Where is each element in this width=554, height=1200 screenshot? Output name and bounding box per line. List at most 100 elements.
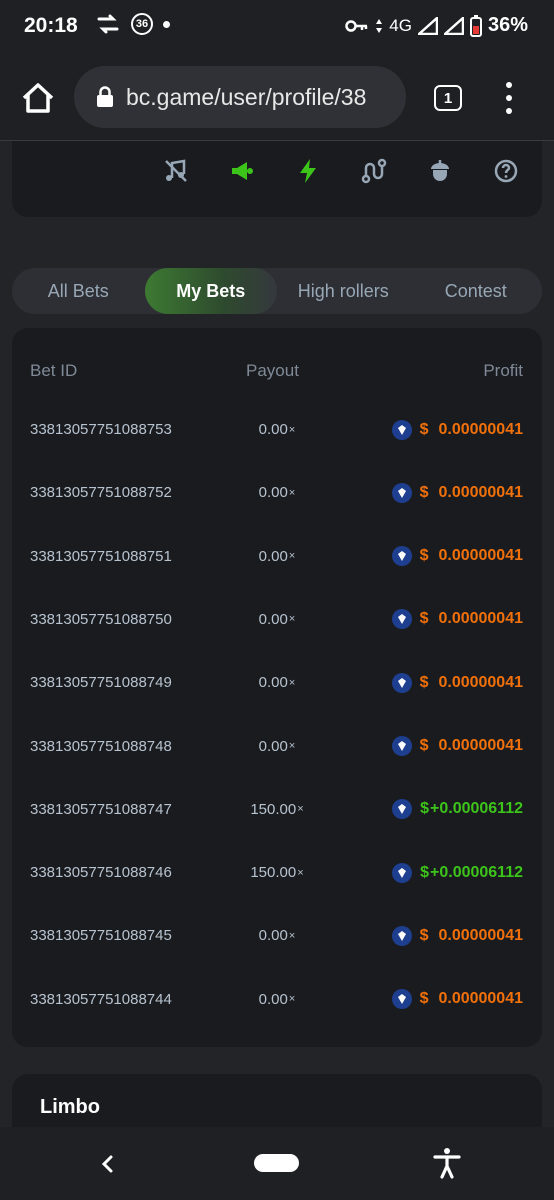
profit-value: $0.00000041 — [391, 651, 523, 714]
tether-icon — [97, 14, 119, 34]
profit-value: $0.00000041 — [391, 398, 523, 461]
table-row[interactable]: 33813057751088746 150.00 × $ +0.00006112 — [12, 841, 542, 904]
crypto-coin-icon — [391, 482, 412, 503]
currency-symbol: $ — [420, 800, 429, 818]
system-nav-bar — [0, 1127, 554, 1200]
lock-icon — [97, 86, 113, 107]
payout-value: 0.00 × — [258, 547, 296, 565]
table-row[interactable]: 33813057751088744 0.00 × $0.00000041 — [12, 968, 542, 1031]
tab-contest[interactable]: Contest — [410, 268, 543, 314]
address-bar[interactable]: bc.game/user/profile/38 — [74, 66, 406, 128]
profit-value: $ +0.00006112 — [392, 778, 523, 841]
battery-percent: 36% — [487, 14, 528, 36]
data-arrows-icon — [376, 18, 383, 33]
payout-value: 0.00 × — [258, 610, 296, 628]
profit-amount: 0.00000041 — [438, 926, 523, 944]
tab-switcher-button[interactable]: 1 — [434, 85, 462, 111]
game-controls-card — [12, 141, 542, 217]
crypto-coin-icon — [391, 989, 412, 1010]
currency-symbol: $ — [419, 990, 429, 1008]
tab-my-bets[interactable]: My Bets — [144, 268, 277, 314]
vpn-key-icon — [345, 19, 368, 32]
tab-high-rollers[interactable]: High rollers — [277, 268, 410, 314]
page-content: All Bets My Bets High rollers Contest Be… — [0, 141, 554, 1127]
bet-id: 33813057751088752 — [30, 484, 172, 502]
help-icon[interactable] — [492, 157, 520, 185]
more-notifications-dot — [163, 20, 170, 28]
bet-id: 33813057751088750 — [30, 610, 172, 628]
tab-all-bets[interactable]: All Bets — [12, 268, 145, 314]
back-icon[interactable] — [96, 1151, 120, 1177]
crypto-coin-icon — [391, 672, 412, 693]
payout-value: 150.00 × — [250, 800, 304, 818]
bets-table: Bet ID Payout Profit 33813057751088753 0.… — [12, 328, 542, 1047]
network-type: 4G — [389, 15, 412, 35]
table-row[interactable]: 33813057751088751 0.00 × $0.00000041 — [12, 525, 542, 588]
profit-amount: 0.00000041 — [438, 483, 523, 501]
route-icon[interactable] — [360, 157, 388, 185]
url-text: bc.game/user/profile/38 — [126, 83, 367, 110]
profit-amount: +0.00006112 — [430, 863, 523, 881]
bet-id: 33813057751088746 — [30, 864, 172, 882]
acorn-icon[interactable] — [426, 157, 454, 185]
accessibility-icon[interactable] — [432, 1147, 462, 1179]
payout-value: 0.00 × — [258, 927, 296, 945]
table-row[interactable]: 33813057751088750 0.00 × $0.00000041 — [12, 588, 542, 651]
payout-value: 150.00 × — [250, 864, 304, 882]
profit-amount: 0.00000041 — [438, 737, 523, 754]
crypto-coin-icon — [391, 925, 412, 946]
payout-value: 0.00 × — [258, 484, 296, 502]
table-row[interactable]: 33813057751088753 0.00 × $0.00000041 — [12, 398, 542, 461]
browser-menu-button[interactable] — [503, 82, 515, 114]
bet-tabs: All Bets My Bets High rollers Contest — [12, 268, 542, 314]
crypto-coin-icon — [391, 736, 412, 756]
crypto-coin-icon — [391, 609, 412, 630]
payout-value: 0.00 × — [258, 674, 296, 692]
table-row[interactable]: 33813057751088748 0.00 × $0.00000041 — [12, 715, 542, 778]
signal-icon — [417, 16, 438, 35]
status-bar: 20:18 36 4G 36% — [0, 0, 554, 56]
header-bet-id: Bet ID — [30, 361, 78, 380]
profit-value: $0.00000041 — [391, 525, 523, 588]
profit-amount: 0.00000041 — [438, 547, 523, 565]
crypto-coin-icon — [391, 419, 412, 440]
music-off-icon[interactable] — [162, 157, 190, 185]
profit-value: $0.00000041 — [391, 715, 523, 778]
header-payout: Payout — [246, 361, 299, 380]
bet-id: 33813057751088748 — [30, 737, 172, 755]
profit-value: $0.00000041 — [391, 588, 523, 651]
currency-symbol: $ — [419, 483, 429, 501]
table-row[interactable]: 33813057751088747 150.00 × $ +0.00006112 — [12, 778, 542, 841]
home-icon[interactable] — [18, 78, 58, 118]
bet-id: 33813057751088753 — [30, 421, 172, 438]
currency-symbol: $ — [419, 420, 429, 438]
payout-value: 0.00 × — [258, 990, 296, 1008]
horn-icon[interactable] — [228, 157, 256, 185]
table-row[interactable]: 33813057751088745 0.00 × $0.00000041 — [12, 904, 542, 967]
profit-amount: 0.00000041 — [438, 673, 523, 691]
lightning-icon[interactable] — [294, 157, 322, 185]
home-gesture-pill[interactable] — [254, 1154, 299, 1172]
table-row[interactable]: 33813057751088752 0.00 × $0.00000041 — [12, 461, 542, 524]
profit-value: $0.00000041 — [391, 461, 523, 524]
bet-id: 33813057751088745 — [30, 927, 172, 945]
payout-value: 0.00 × — [258, 737, 296, 755]
notification-badge: 36 — [131, 13, 153, 35]
profit-amount: 0.00000041 — [438, 420, 523, 438]
currency-symbol: $ — [419, 737, 429, 754]
currency-symbol: $ — [419, 673, 429, 691]
crypto-coin-icon — [391, 546, 412, 567]
profit-amount: +0.00006112 — [430, 800, 523, 818]
header-profit: Profit — [483, 361, 523, 380]
profit-value: $0.00000041 — [391, 968, 523, 1031]
currency-symbol: $ — [419, 547, 429, 565]
browser-toolbar: bc.game/user/profile/38 1 — [0, 56, 554, 141]
profit-amount: 0.00000041 — [438, 610, 523, 628]
currency-symbol: $ — [419, 926, 429, 944]
bet-id: 33813057751088747 — [30, 800, 172, 818]
status-time: 20:18 — [24, 14, 78, 37]
game-info-card: Limbo — [12, 1074, 542, 1127]
table-row[interactable]: 33813057751088749 0.00 × $0.00000041 — [12, 651, 542, 714]
profit-value: $0.00000041 — [391, 904, 523, 967]
profit-amount: 0.00000041 — [438, 990, 523, 1008]
